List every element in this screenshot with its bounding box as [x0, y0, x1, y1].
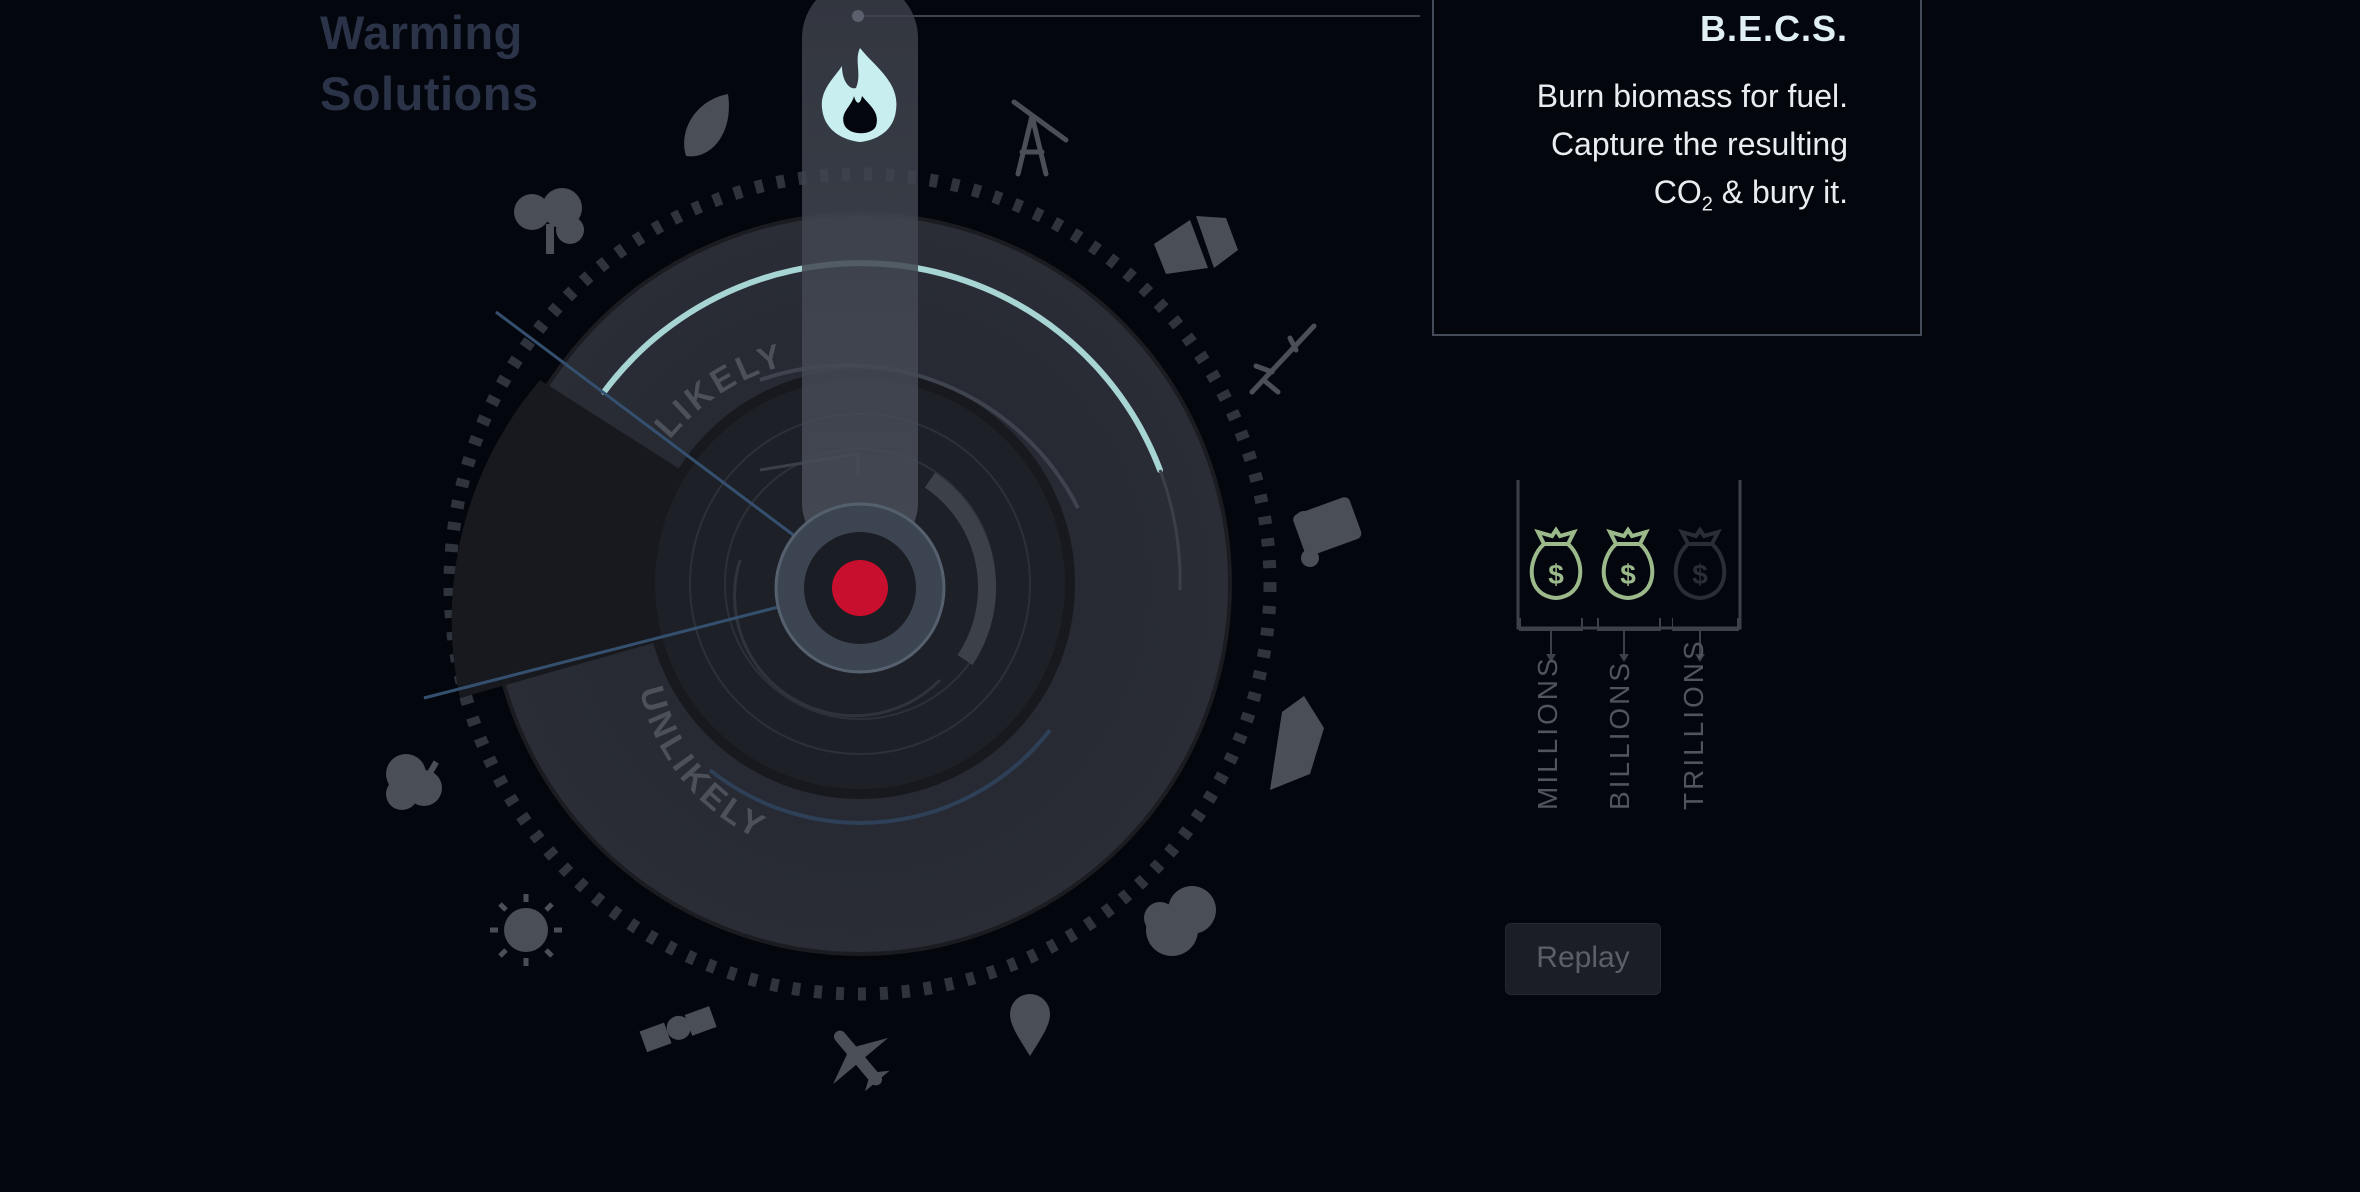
scale-trillions: TRILLIONS — [1672, 480, 1742, 820]
co2-label: CO — [1653, 174, 1702, 210]
scale-label-millions: MILLIONS — [1532, 655, 1563, 810]
oil-derrick-icon[interactable] — [1011, 99, 1069, 177]
description-line-3: CO2 & bury it. — [1454, 168, 1848, 228]
description-line-2: Capture the resulting — [1550, 126, 1848, 162]
ship-icon[interactable] — [1270, 696, 1324, 790]
description-line-3-suffix: & bury it. — [1712, 174, 1848, 210]
buildings-icon[interactable] — [1154, 216, 1238, 274]
cost-scale: $ $ $ MILLIONS BILLIONS TRILLIONS — [1516, 480, 1742, 820]
cloud-tree-icon[interactable] — [386, 754, 442, 810]
scale-label-trillions: TRILLIONS — [1678, 638, 1709, 810]
leaf-icon[interactable] — [684, 94, 729, 157]
scale-millions: MILLIONS — [1516, 480, 1586, 820]
wind-turbine-icon[interactable] — [1249, 323, 1317, 395]
center-indicator — [832, 560, 888, 616]
airplane-icon[interactable] — [809, 1009, 908, 1107]
info-connector-dot — [852, 10, 864, 22]
satellite-icon[interactable] — [639, 1004, 717, 1053]
description-line-1: Burn biomass for fuel. — [1536, 78, 1848, 114]
replay-button[interactable]: Replay — [1505, 923, 1661, 995]
vehicle-icon[interactable] — [1292, 496, 1363, 567]
co2-subscript: 2 — [1701, 193, 1713, 216]
trees-icon[interactable] — [514, 188, 584, 254]
solution-dial: LIKELY UNLIKELY — [386, 0, 1420, 1107]
solution-info-panel: B.E.C.S. Burn biomass for fuel. Capture … — [1432, 0, 1922, 336]
solution-title: B.E.C.S. — [1699, 8, 1848, 49]
solution-description: Burn biomass for fuel. Capture the resul… — [1454, 72, 1848, 228]
scale-label-billions: BILLIONS — [1604, 659, 1635, 810]
iron-pin-icon[interactable] — [1010, 994, 1050, 1056]
sun-icon[interactable] — [490, 894, 562, 966]
scale-billions: BILLIONS — [1594, 480, 1664, 820]
cloud-icon[interactable] — [1144, 886, 1216, 956]
